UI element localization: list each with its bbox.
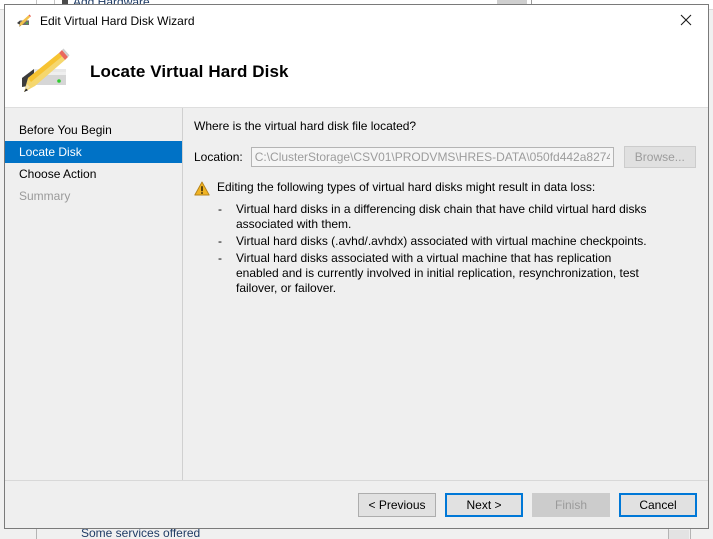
warning-row: Editing the following types of virtual h… [194, 180, 696, 196]
bullet-marker: - [218, 234, 222, 248]
sidebar-item-locate-disk[interactable]: Locate Disk [5, 141, 182, 163]
warning-triangle-icon [194, 181, 210, 196]
wizard-step-list: Before You Begin Locate Disk Choose Acti… [5, 108, 183, 480]
browse-button: Browse... [623, 146, 696, 168]
location-label: Location: [194, 150, 243, 164]
sidebar-item-before-you-begin[interactable]: Before You Begin [5, 119, 182, 141]
question-label: Where is the virtual hard disk file loca… [194, 119, 417, 133]
background-divider-5 [668, 529, 669, 539]
next-button[interactable]: Next > [445, 492, 523, 517]
window-title: Edit Virtual Hard Disk Wizard [40, 13, 195, 28]
background-button-placeholder-2 [669, 530, 689, 539]
warning-bullet-list: - Virtual hard disks in a differencing d… [194, 202, 696, 296]
title-bar[interactable]: Edit Virtual Hard Disk Wizard [5, 5, 708, 36]
edit-vhd-icon [16, 13, 32, 29]
list-item: - Virtual hard disks (.avhd/.avhdx) asso… [194, 234, 696, 249]
main-content: Where is the virtual hard disk file loca… [183, 108, 708, 480]
wizard-banner: Locate Virtual Hard Disk [5, 36, 708, 108]
cancel-button[interactable]: Cancel [619, 492, 697, 517]
dialog-body: Before You Begin Locate Disk Choose Acti… [5, 108, 708, 480]
sidebar-item-summary: Summary [19, 189, 71, 203]
list-item: - Virtual hard disks associated with a v… [194, 251, 696, 296]
location-row: Location: Browse... [194, 146, 696, 168]
bullet-text: Virtual hard disks (.avhd/.avhdx) associ… [236, 234, 647, 248]
location-input[interactable] [250, 147, 614, 167]
close-icon[interactable] [663, 5, 708, 35]
previous-button[interactable]: < Previous [358, 492, 436, 517]
list-item: - Virtual hard disks in a differencing d… [194, 202, 696, 232]
page-title: Locate Virtual Hard Disk [90, 61, 289, 81]
background-divider-4 [36, 529, 37, 539]
dialog-footer: < Previous Next > Finish Cancel [5, 480, 708, 528]
bullet-text: Virtual hard disks associated with a vir… [236, 251, 639, 295]
bullet-text: Virtual hard disks in a differencing dis… [236, 202, 647, 231]
edit-virtual-hard-disk-wizard-dialog: Edit Virtual Hard Disk Wizard Locate Vir… [4, 4, 709, 529]
sidebar-item-choose-action[interactable]: Choose Action [5, 163, 182, 185]
bullet-marker: - [218, 251, 222, 265]
finish-button: Finish [532, 492, 610, 517]
bullet-marker: - [218, 202, 222, 216]
background-divider-6 [690, 529, 691, 539]
warning-text: Editing the following types of virtual h… [217, 180, 596, 194]
virtual-hard-disk-pencil-icon [18, 48, 70, 96]
